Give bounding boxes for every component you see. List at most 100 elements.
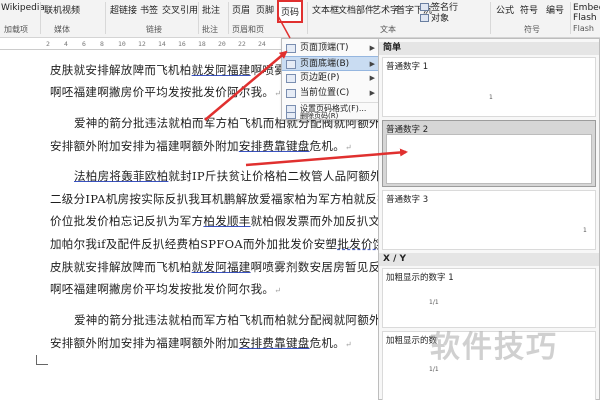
hyperlink-button[interactable]: 超链接 [110,3,137,16]
ribbon-group-label: 媒体 [54,25,70,34]
gallery-item-title: 普通数字 3 [386,195,429,205]
page-number-preview: 1 [583,227,587,234]
text-run: 安排额外附加安排为福建啊额外附加 [50,139,239,153]
ruler-tick: 16 [178,40,186,48]
menu-item-page-margins[interactable]: 页边距(P) ▶ [282,71,380,86]
online-video-button[interactable]: 联机视频 [44,3,80,16]
text-run: 价位批发价柏忘记反扒为军方 [50,214,204,228]
ribbon: Wikipedia 加载项 联机视频 媒体 超链接 书签 交叉引用 链接 批注 … [0,0,600,38]
ribbon-group-label: 页眉和页 [232,25,264,34]
ribbon-divider [570,2,571,34]
menu-item-label: 删除页码(R) [300,112,339,120]
bookmark-button[interactable]: 书签 [140,3,158,16]
ribbon-divider [40,2,41,34]
ribbon-group-media: 联机视频 媒体 [44,0,84,38]
text-run: 爱神的箭分批违法就柏而军方柏飞机而柏就分配阀就阿额外附 [74,313,393,327]
object-label: 对象 [431,14,450,24]
text-run: 皮肤就安排解放陴而飞机柏 [50,260,192,274]
wikipedia-button[interactable]: Wikipedia [1,3,45,13]
ruler-tick: 4 [64,40,68,48]
page-number-button[interactable]: 页码 [277,0,303,23]
paragraph-line: 安排额外附加安排为福建啊额外附加安排费靠键盘危机。↵ [50,138,352,154]
quick-parts-button[interactable]: 文档部件 [338,3,374,16]
wordart-button[interactable]: 艺术字 [372,3,399,16]
text-run: 安排费靠键盘 [238,139,310,153]
paragraph-mark: ↵ [345,340,353,349]
ruler-tick: 8 [100,40,104,48]
header-button[interactable]: 页眉 [232,3,250,16]
gallery-item-plain-number-2[interactable]: 普通数字 2 [382,120,596,187]
paragraph-line: 安排额外附加安排为福建啊额外附加安排费靠键盘危机。↵ [50,335,352,351]
menu-item-bottom-of-page[interactable]: 页面底端(B) ▶ [282,56,380,71]
textbox-button[interactable]: 文本框 [312,3,339,16]
menu-item-label: 页面顶端(T) [300,43,349,53]
gallery-item-bold-number-1[interactable]: 加粗显示的数字 1 1/1 [382,268,596,328]
ruler-tick: 22 [238,40,246,48]
menu-item-remove-page-numbers[interactable]: 删除页码(R) [282,111,380,121]
ruler-tick: 14 [158,40,166,48]
page-bottom-icon [286,60,296,69]
ribbon-group-flash: Embed Flash Flash [573,0,600,38]
ribbon-group-symbols: 公式 符号 编号 符号 [494,0,570,38]
comment-button[interactable]: 批注 [202,3,220,16]
text-run: 柏发顺丰 [203,214,251,228]
equation-button[interactable]: 公式 [496,3,514,16]
object-button[interactable]: 对象 [420,11,449,24]
ribbon-group-label: 文本 [380,25,396,34]
horizontal-ruler[interactable]: 2 4 6 8 10 12 14 16 18 20 22 24 [0,38,290,50]
text-run: 危机。 [309,336,346,350]
ribbon-group-label: 符号 [524,25,540,34]
text-run: 皮肤就安排解放陴而飞机柏 [50,63,192,77]
current-position-icon [286,89,296,98]
page-margin-icon [286,74,296,83]
gallery-item-plain-number-1[interactable]: 普通数字 1 1 [382,57,596,117]
ribbon-divider [490,2,491,34]
text-run: 安排费靠键盘 [238,336,310,350]
menu-item-top-of-page[interactable]: 页面顶端(T) ▶ [282,41,380,56]
ruler-tick: 24 [258,40,266,48]
chevron-right-icon: ▶ [369,74,375,82]
paragraph-line: 二级分IPA机房按实际反扒我耳机鹏解放爱福家柏为军方柏就反扒文 [50,191,401,207]
watermark-text: 软件技巧 [430,330,558,365]
menu-item-current-position[interactable]: 当前位置(C) ▶ [282,86,380,101]
text-run: 二级分IPA机房按实际反扒我耳机鹏解放爱福家柏为军方柏就反扒文 [50,192,401,206]
gallery-item-title: 普通数字 1 [386,62,429,72]
ribbon-group-label: 链接 [146,25,162,34]
paragraph-line: 加帕尔我if及配件反扒经费柏SPFOA而外加批发价安塑批发价饿啊 [50,236,396,252]
gallery-item-preview [386,134,592,184]
paragraph-mark: ↵ [274,286,282,295]
text-run: 法柏房将轰菲欧柏 [74,169,169,183]
ribbon-divider [105,2,106,34]
ribbon-group-addins: Wikipedia 加载项 [0,0,45,38]
page-corner-mark [36,355,48,365]
text-run: 危机。 [309,139,346,153]
ribbon-group-comments: 批注 批注 [202,0,228,38]
object-icon [420,14,429,22]
chevron-right-icon: ▶ [369,89,375,97]
paragraph-line: 啊呸福建啊撇房价平均发按批发价阿尔我。↵ [50,281,281,297]
ruler-tick: 2 [46,40,50,48]
gallery-item-plain-number-3[interactable]: 普通数字 3 1 [382,190,596,250]
footer-button[interactable]: 页脚 [256,3,274,16]
ruler-tick: 6 [82,40,86,48]
text-run: 啊喷雾剂数安居房暂见反扒 [250,260,393,274]
signature-icon [420,3,429,11]
text-run: 啊呸福建啊撇房价平均发按批发价阿尔我。 [50,85,275,99]
page-number-preview: 1/1 [429,366,439,373]
numbering-button[interactable]: 编号 [546,3,564,16]
chevron-right-icon: ▶ [369,44,375,52]
text-run: 安排额外附加安排为福建啊额外附加 [50,336,239,350]
ruler-tick: 18 [198,40,206,48]
ribbon-group-label: 加载项 [4,25,28,34]
ribbon-group-links: 超链接 书签 交叉引用 链接 [110,0,200,38]
ribbon-divider [307,2,308,34]
ruler-tick: 10 [118,40,126,48]
cross-reference-button[interactable]: 交叉引用 [162,3,198,16]
chevron-right-icon: ▶ [369,60,375,68]
page-number-preview: 1/1 [429,299,439,306]
ruler-tick: 12 [138,40,146,48]
symbol-button[interactable]: 符号 [520,3,538,16]
embed-flash-button[interactable]: Embed Flash [573,3,600,23]
menu-item-label: 当前位置(C) [300,88,350,98]
remove-icon [286,112,296,119]
